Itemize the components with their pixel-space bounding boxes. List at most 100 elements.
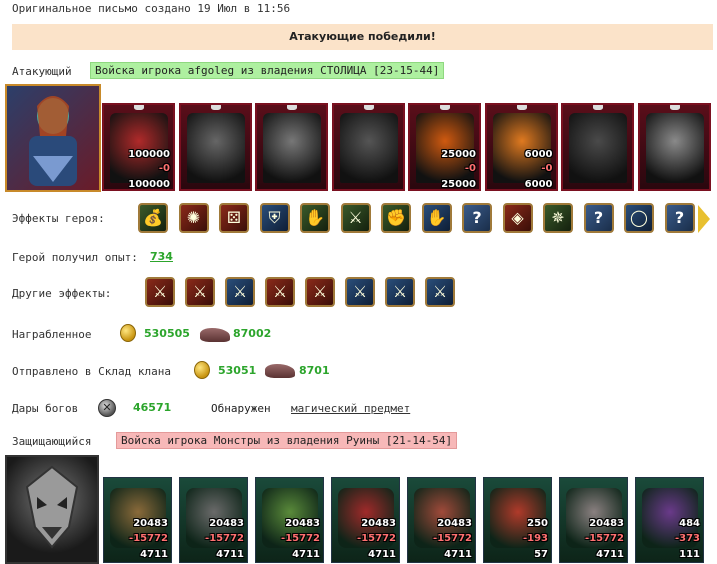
gold-icon <box>120 324 136 342</box>
unit-count-before: 20483 <box>133 518 168 529</box>
scroll-right-arrow-icon[interactable] <box>698 205 710 233</box>
unit-count-after: 57 <box>534 549 548 560</box>
battle-result-banner: Атакующие победили! <box>12 24 713 50</box>
clan-gold: 53051 <box>218 364 257 377</box>
defender-unit-card[interactable]: 20483 -15772 4711 <box>103 477 172 563</box>
attacker-unit-card[interactable] <box>255 103 328 191</box>
experience-value[interactable]: 734 <box>150 250 173 263</box>
gargoyle-unit <box>339 113 398 183</box>
gold-bag-icon[interactable]: 💰 <box>138 203 168 233</box>
ring-icon[interactable]: ◯ <box>624 203 654 233</box>
unit-count-before: 20483 <box>589 518 624 529</box>
dice-icon[interactable]: ⚄ <box>219 203 249 233</box>
attacker-unit-card[interactable]: 6000 -0 6000 <box>484 103 558 191</box>
unit-count-loss: -0 <box>464 163 476 174</box>
wraith-unit <box>645 113 704 183</box>
unit-count-loss: -15772 <box>281 533 320 544</box>
defender-unit-card[interactable]: 484 -373 111 <box>635 477 704 563</box>
unit-count-after: 6000 <box>524 179 553 190</box>
red-amulet-icon[interactable]: ◈ <box>502 203 533 233</box>
attacker-unit-card[interactable]: 100000 -0 100000 <box>102 103 175 191</box>
unit-count-loss: -15772 <box>585 533 624 544</box>
skull-icon <box>440 105 450 110</box>
unit-count-after: 4711 <box>216 549 244 560</box>
attacker-unit-card[interactable]: 25000 -0 25000 <box>408 103 481 191</box>
defender-unit-card[interactable]: 20483 -15772 4711 <box>255 477 324 563</box>
found-label: Обнаружен <box>211 402 271 415</box>
clan-storage-label: Отправлено в Склад клана <box>12 365 171 378</box>
unit-count-before: 20483 <box>361 518 396 529</box>
defender-unit-card[interactable]: 20483 -15772 4711 <box>559 477 628 563</box>
defender-unit-card[interactable]: 250 -193 57 <box>483 477 552 563</box>
blue-sword-icon[interactable]: ⚔ <box>225 277 255 307</box>
unit-count-after: 111 <box>679 549 700 560</box>
fist-sword-icon[interactable]: ⚔ <box>185 277 215 307</box>
defender-unit-card[interactable]: 20483 -15772 4711 <box>179 477 248 563</box>
magic-item-link[interactable]: магический предмет <box>291 402 410 415</box>
star-gear-icon[interactable]: ✵ <box>543 203 573 233</box>
skull-icon <box>210 105 221 110</box>
blue-sword-icon[interactable]: ⚔ <box>345 277 375 307</box>
skull-icon <box>363 105 374 110</box>
gifts-label: Дары богов <box>12 402 79 415</box>
shield-icon[interactable]: ⛨ <box>259 203 290 233</box>
attacker-unit-card[interactable] <box>637 103 711 191</box>
loot-label: Награбленное <box>12 328 92 341</box>
unit-count-before: 20483 <box>285 518 320 529</box>
unit-count-before: 25000 <box>441 149 476 160</box>
defender-portrait[interactable] <box>5 455 99 564</box>
defender-unit-card[interactable]: 20483 -15772 4711 <box>407 477 476 563</box>
loot-ore: 87002 <box>233 327 272 340</box>
attacker-unit-card[interactable] <box>331 103 405 191</box>
attacker-tag: Войска игрока afgoleg из владения СТОЛИЦ… <box>90 62 445 79</box>
defender-unit-card[interactable]: 20483 -15772 4711 <box>331 477 400 563</box>
unit-count-before: 250 <box>527 518 548 529</box>
unit-count-loss: -0 <box>541 163 553 174</box>
unit-count-after: 4711 <box>596 549 624 560</box>
blue-sword-icon[interactable]: ⚔ <box>425 277 455 307</box>
skull-icon <box>287 105 297 110</box>
shield-hand-icon[interactable]: ✋ <box>300 203 330 233</box>
green-sword-icon[interactable]: ⚔ <box>340 203 371 233</box>
unit-count-loss: -15772 <box>433 533 472 544</box>
hero-portrait-icon <box>29 96 77 186</box>
blue-hand-icon[interactable]: ✋ <box>421 203 452 233</box>
unit-count-before: 100000 <box>128 149 170 160</box>
unit-count-loss: -15772 <box>205 533 244 544</box>
blue-sword-icon[interactable]: ⚔ <box>385 277 415 307</box>
attacker-unit-card[interactable] <box>178 103 252 191</box>
unit-count-after: 4711 <box>292 549 320 560</box>
crab-icon[interactable]: ✺ <box>178 203 209 233</box>
defender-label: Защищающийся <box>12 435 92 448</box>
question-icon[interactable]: ? <box>583 203 614 233</box>
unit-count-before: 20483 <box>437 518 472 529</box>
attacker-unit-card[interactable] <box>561 103 634 191</box>
handshake-icon[interactable]: ✊ <box>381 203 411 233</box>
unit-count-before: 484 <box>679 518 700 529</box>
question-icon[interactable]: ? <box>664 203 695 233</box>
unit-count-before: 6000 <box>524 149 553 160</box>
gifts-value: 46571 <box>133 401 172 414</box>
ore-icon <box>200 328 230 342</box>
unit-count-after: 4711 <box>444 549 472 560</box>
unit-count-after: 100000 <box>128 179 170 190</box>
unit-count-after: 4711 <box>368 549 396 560</box>
fist-sword-icon[interactable]: ⚔ <box>305 277 335 307</box>
unit-count-loss: -15772 <box>357 533 396 544</box>
attacker-portrait[interactable] <box>5 84 101 192</box>
defender-tag: Войска игрока Монстры из владения Руины … <box>116 432 458 449</box>
demon-lord-unit <box>569 113 627 183</box>
question-icon[interactable]: ? <box>462 203 492 233</box>
unit-count-loss: -0 <box>158 163 170 174</box>
unit-count-loss: -373 <box>674 533 700 544</box>
hero-effects-label: Эффекты героя: <box>12 212 105 225</box>
gold-icon <box>194 361 210 379</box>
fist-sword-icon[interactable]: ⚔ <box>145 277 175 307</box>
fist-sword-icon[interactable]: ⚔ <box>265 277 295 307</box>
letter-date: Оригинальное письмо создано 19 Июл в 11:… <box>12 2 291 15</box>
unit-count-loss: -15772 <box>129 533 168 544</box>
unit-count-after: 4711 <box>140 549 168 560</box>
loot-gold: 530505 <box>144 327 190 340</box>
unit-count-after: 25000 <box>441 179 476 190</box>
skull-icon <box>593 105 603 110</box>
